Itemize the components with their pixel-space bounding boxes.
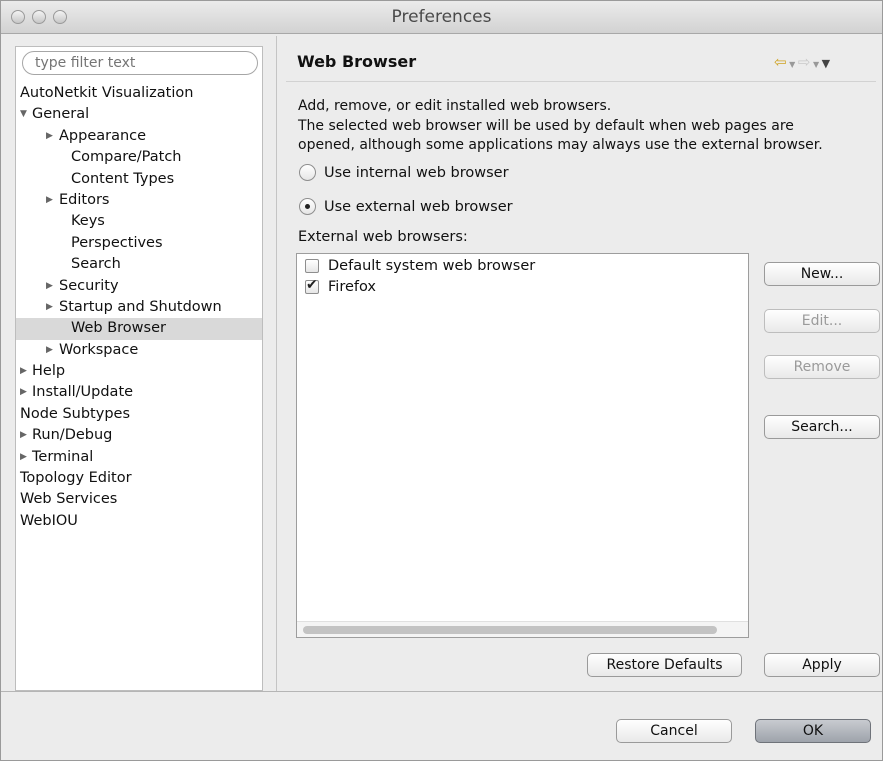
tree-item-label: Web Browser — [71, 320, 166, 337]
browser-checkbox[interactable] — [305, 259, 319, 273]
horizontal-scrollbar[interactable] — [297, 621, 748, 637]
tree-item-label: Node Subtypes — [20, 405, 130, 422]
tree-item[interactable]: ▶ Terminal — [16, 447, 262, 468]
tree-item-label: WebIOU — [20, 512, 78, 529]
browser-list-item[interactable]: Default system web browser — [305, 258, 535, 274]
tree-item[interactable]: ▼ General — [16, 104, 262, 125]
external-browsers-list[interactable]: Default system web browser Firefox — [296, 253, 749, 638]
description-line: Add, remove, or edit installed web brows… — [298, 98, 612, 114]
tree-item-label: Terminal — [32, 448, 94, 465]
collapse-triangle-icon[interactable]: ▶ — [46, 297, 53, 318]
back-dropdown-icon[interactable]: ▼ — [787, 60, 798, 69]
expand-triangle-icon[interactable]: ▼ — [20, 104, 27, 125]
internal-browser-option[interactable]: Use internal web browser — [299, 164, 509, 181]
collapse-triangle-icon[interactable]: ▶ — [46, 340, 53, 361]
tree-item-label: Run/Debug — [32, 427, 113, 444]
tree-item-label: Perspectives — [71, 234, 163, 251]
preference-tree-pane: AutoNetkit Visualization ▼ General ▶ Appeara… — [15, 46, 263, 691]
tree-item-label: Workspace — [59, 341, 139, 358]
collapse-triangle-icon[interactable]: ▶ — [20, 447, 27, 468]
browser-name: Firefox — [328, 279, 376, 295]
collapse-triangle-icon[interactable]: ▶ — [20, 361, 27, 382]
tree-item[interactable]: Web Services — [16, 489, 262, 510]
description-line: The selected web browser will be used by… — [298, 117, 794, 134]
back-arrow-icon[interactable]: ⇦ — [774, 53, 787, 71]
tree-item-label: General — [32, 106, 90, 123]
filter-input[interactable] — [23, 52, 257, 74]
dialog-separator — [1, 691, 882, 692]
tree-item[interactable]: Keys — [16, 211, 262, 232]
preference-tree: AutoNetkit Visualization ▼ General ▶ Appeara… — [16, 83, 262, 532]
page-title: Web Browser — [297, 52, 417, 71]
tree-item-label: AutoNetkit Visualization — [20, 85, 194, 101]
external-browser-radio[interactable] — [299, 198, 316, 215]
tree-item-label: Compare/Patch — [71, 149, 182, 166]
cancel-button[interactable]: Cancel — [616, 719, 732, 743]
tree-item[interactable]: ▶ Workspace — [16, 340, 262, 361]
remove-button[interactable]: Remove — [764, 355, 880, 379]
tree-item[interactable]: AutoNetkit Visualization — [16, 83, 262, 104]
tree-item-label: Install/Update — [32, 384, 134, 401]
tree-item[interactable]: ▶ Editors — [16, 190, 262, 211]
forward-arrow-icon[interactable]: ⇨ — [798, 53, 811, 71]
external-browser-label: Use external web browser — [324, 198, 513, 215]
tree-item-label: Content Types — [71, 170, 175, 187]
preferences-window: Preferences AutoNetkit Visualization ▼ Gen… — [0, 0, 883, 761]
tree-item[interactable]: Topology Editor — [16, 468, 262, 489]
header-separator — [286, 81, 876, 82]
tree-item-label: Keys — [71, 213, 105, 230]
tree-item[interactable]: Content Types — [16, 169, 262, 190]
collapse-triangle-icon[interactable]: ▶ — [20, 382, 27, 403]
tree-item-label: Help — [32, 363, 66, 380]
tree-item[interactable]: ▶ Help — [16, 361, 262, 382]
internal-browser-label: Use internal web browser — [324, 164, 509, 181]
internal-browser-radio[interactable] — [299, 164, 316, 181]
filter-field[interactable] — [22, 51, 258, 75]
tree-item-label: Startup and Shutdown — [59, 298, 222, 315]
browser-name: Default system web browser — [328, 258, 536, 274]
tree-item[interactable]: ▶ Startup and Shutdown — [16, 297, 262, 318]
pane-divider[interactable] — [276, 36, 277, 691]
tree-item[interactable]: Web Browser — [16, 318, 262, 340]
tree-item[interactable]: ▶ Security — [16, 276, 262, 297]
view-menu-icon[interactable]: ▼ — [822, 57, 830, 70]
collapse-triangle-icon[interactable]: ▶ — [46, 190, 53, 211]
external-browsers-label: External web browsers: — [298, 229, 468, 245]
page-navigation: ⇦ ▼ ⇨ ▼ ▼ — [774, 53, 830, 71]
tree-item[interactable]: Perspectives — [16, 233, 262, 254]
collapse-triangle-icon[interactable]: ▶ — [46, 126, 53, 147]
scrollbar-thumb[interactable] — [303, 626, 717, 634]
edit-button[interactable]: Edit... — [764, 309, 880, 333]
tree-item-label: Security — [59, 277, 119, 294]
new-button[interactable]: New... — [764, 262, 880, 286]
title-bar[interactable]: Preferences — [1, 1, 882, 34]
search-button[interactable]: Search... — [764, 415, 880, 439]
tree-item[interactable]: ▶ Install/Update — [16, 382, 262, 403]
window-title: Preferences — [391, 7, 492, 27]
tree-item-label: Appearance — [59, 127, 147, 144]
browser-list-item[interactable]: Firefox — [305, 277, 376, 295]
description-line: opened, although some applications may a… — [298, 137, 823, 153]
tree-item[interactable]: Node Subtypes — [16, 404, 262, 425]
external-browser-option[interactable]: Use external web browser — [299, 198, 513, 215]
tree-item-label: Search — [71, 256, 121, 273]
ok-button[interactable]: OK — [755, 719, 871, 743]
tree-item-label: Topology Editor — [20, 470, 132, 487]
tree-item[interactable]: WebIOU — [16, 511, 262, 532]
restore-defaults-button[interactable]: Restore Defaults — [587, 653, 742, 677]
collapse-triangle-icon[interactable]: ▶ — [20, 425, 27, 446]
tree-item[interactable]: ▶ Run/Debug — [16, 425, 262, 446]
tree-item[interactable]: Compare/Patch — [16, 147, 262, 168]
tree-item-label: Web Services — [20, 491, 118, 508]
tree-item-label: Editors — [59, 191, 110, 208]
forward-dropdown-icon[interactable]: ▼ — [810, 60, 821, 69]
tree-item[interactable]: Search — [16, 254, 262, 275]
browser-checkbox[interactable] — [305, 277, 319, 294]
page-description: Add, remove, or edit installed web brows… — [298, 97, 873, 156]
collapse-triangle-icon[interactable]: ▶ — [46, 276, 53, 297]
apply-button[interactable]: Apply — [764, 653, 880, 677]
tree-item[interactable]: ▶ Appearance — [16, 126, 262, 147]
